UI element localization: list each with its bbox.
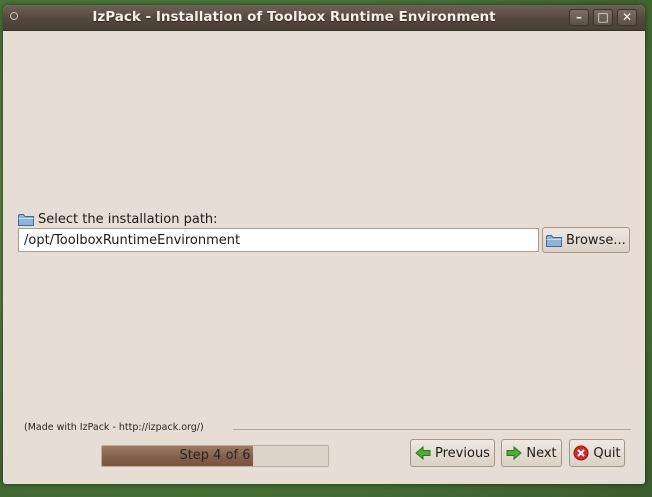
installation-path-input[interactable] — [18, 228, 539, 252]
window-title: IzPack - Installation of Toolbox Runtime… — [92, 9, 496, 25]
folder-icon — [18, 213, 34, 226]
browse-button[interactable]: Browse... — [542, 227, 630, 253]
footer-divider — [233, 429, 631, 430]
installer-panel: Select the installation path: Browse... … — [3, 30, 645, 484]
quit-icon — [573, 445, 589, 461]
previous-button[interactable]: Previous — [410, 439, 495, 467]
browse-button-label: Browse... — [566, 232, 626, 248]
arrow-right-icon — [506, 445, 523, 461]
next-button[interactable]: Next — [501, 439, 562, 467]
previous-button-label: Previous — [435, 445, 490, 461]
maximize-button[interactable]: □ — [593, 9, 613, 26]
arrow-left-icon — [415, 445, 431, 461]
title-bar[interactable]: IzPack - Installation of Toolbox Runtime… — [3, 5, 645, 31]
path-label: Select the installation path: — [38, 211, 218, 227]
minimize-button[interactable]: – — [569, 9, 589, 26]
close-button[interactable]: ✕ — [617, 9, 637, 26]
made-with-izpack-text: (Made with IzPack - http://izpack.org/) — [24, 422, 204, 433]
quit-button[interactable]: Quit — [569, 439, 625, 467]
path-label-row: Select the installation path: — [18, 210, 218, 228]
step-progress-bar: Step 4 of 6 — [101, 445, 329, 467]
quit-button-label: Quit — [593, 445, 621, 461]
progress-text: Step 4 of 6 — [179, 448, 251, 463]
folder-icon — [546, 234, 562, 247]
installer-window: IzPack - Installation of Toolbox Runtime… — [3, 5, 645, 484]
next-button-label: Next — [526, 445, 557, 461]
